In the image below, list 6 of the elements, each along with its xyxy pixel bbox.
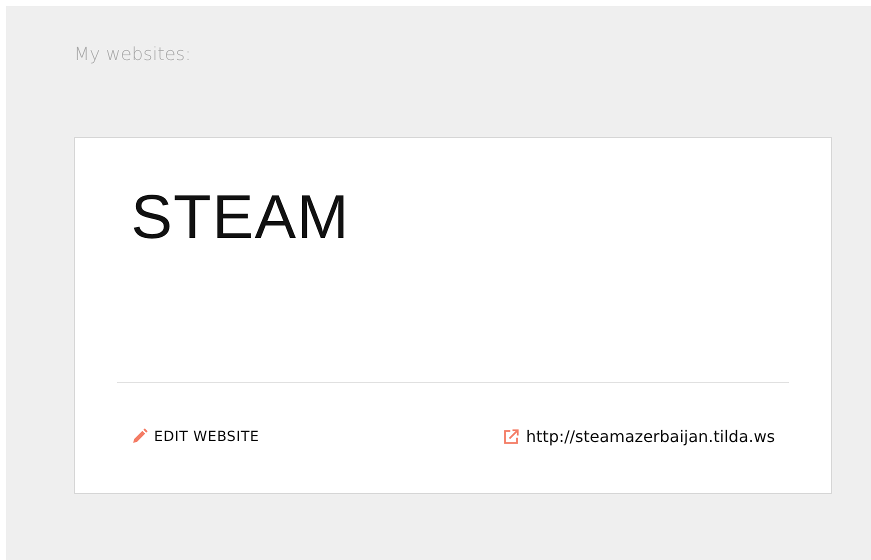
section-heading: My websites:	[74, 44, 192, 65]
website-url-link[interactable]: http://steamazerbaijan.tilda.ws	[502, 427, 775, 446]
pencil-icon	[131, 428, 148, 445]
external-link-icon	[502, 428, 520, 446]
website-title: STEAM	[130, 182, 351, 254]
edit-website-link[interactable]: EDIT WEBSITE	[131, 428, 260, 445]
